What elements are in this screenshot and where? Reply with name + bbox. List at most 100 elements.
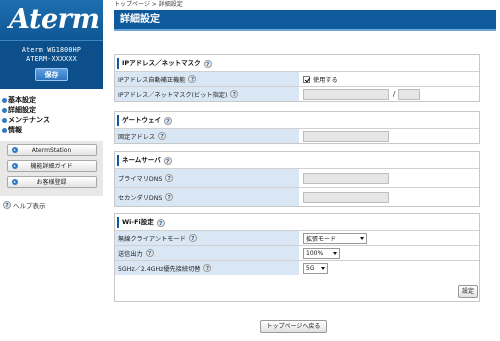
help-icon[interactable]: ? [158, 132, 167, 140]
menu-item-label: 詳細設定 [8, 106, 36, 114]
tx-power-select[interactable]: 100% [303, 247, 340, 259]
row-value [299, 169, 479, 187]
chevron-down-icon [360, 236, 364, 240]
label-text: 5GHz／2.4GHz優先接続切替 [118, 265, 201, 273]
menu-item-basic-settings[interactable]: 基本設定 [2, 95, 103, 105]
help-icon[interactable]: ? [145, 249, 154, 257]
slash-separator: / [393, 90, 396, 98]
row-value: / [299, 87, 479, 101]
netmask-bits-input[interactable] [398, 88, 421, 100]
arrow-icon [11, 147, 18, 153]
row-label: IPアドレス／ネットマスク(ビット指定)? [115, 87, 299, 101]
select-value: 5G [306, 264, 315, 272]
main-content: トップページ > 詳細設定 詳細設定 IPアドレス／ネットマスク ? IPアドレ… [114, 0, 496, 333]
bullet-icon [2, 107, 7, 113]
label-text: IPアドレス／ネットマスク(ビット指定) [118, 91, 228, 99]
secondary-dns-input[interactable] [303, 191, 389, 203]
logo-band: Aterm [0, 0, 103, 40]
atermstation-label: AtermStation [31, 147, 72, 154]
menu-item-label: 情報 [8, 126, 22, 134]
sub-button-group: AtermStation 機能詳細ガイド お客様登録 [0, 141, 103, 196]
label-text: セカンダリDNS [118, 194, 163, 202]
row-value: 使用する [299, 72, 479, 86]
help-icon[interactable]: ? [165, 193, 174, 201]
section-gateway: ゲートウェイ ? 固定アドレス? [114, 111, 480, 144]
breadcrumb-separator: > [149, 1, 159, 8]
breadcrumb: トップページ > 詳細設定 [114, 0, 496, 10]
primary-dns-input[interactable] [303, 172, 389, 184]
function-guide-button[interactable]: 機能詳細ガイド [6, 160, 97, 172]
row-label: 5GHz／2.4GHz優先接続切替? [115, 261, 299, 275]
help-icon[interactable]: ? [203, 264, 212, 272]
menu-item-label: 基本設定 [8, 96, 36, 104]
row-label: 無線クライアントモード? [115, 231, 299, 245]
checkbox-label: 使用する [313, 76, 338, 84]
menu-item-advanced-settings[interactable]: 詳細設定 [2, 105, 103, 115]
section-ip: IPアドレス／ネットマスク ? IPアドレス自動補正機能? 使用する IPアドレ… [114, 54, 480, 102]
row-label: IPアドレス自動補正機能? [115, 72, 299, 86]
select-value: 拡張モード [306, 235, 337, 243]
section-title-text: IPアドレス／ネットマスク [122, 59, 201, 67]
menu-item-maintenance[interactable]: メンテナンス [2, 115, 103, 125]
row-ip-auto-correct: IPアドレス自動補正機能? 使用する [115, 71, 479, 86]
row-label: プライマリDNS? [115, 169, 299, 187]
back-to-top-button[interactable]: トップページへ戻る [260, 320, 327, 333]
section-title-text: ネームサーバ [122, 156, 161, 164]
help-icon[interactable]: ? [156, 218, 165, 227]
section-title-dns: ネームサーバ ? [117, 155, 479, 166]
row-primary-dns: プライマリDNS? [115, 168, 479, 187]
chevron-down-icon [333, 251, 337, 255]
band-priority-select[interactable]: 5G [303, 262, 328, 274]
breadcrumb-current: 詳細設定 [158, 1, 183, 8]
use-checkbox[interactable] [303, 75, 310, 83]
bullet-icon [2, 117, 7, 123]
help-icon[interactable]: ? [164, 116, 172, 125]
section-dns: ネームサーバ ? プライマリDNS? セカンダリDNS? [114, 151, 480, 207]
customer-registration-label: お客様登録 [36, 179, 67, 186]
client-mode-select[interactable]: 拡張モード [303, 232, 367, 244]
atermstation-button[interactable]: AtermStation [6, 144, 97, 156]
arrow-icon [11, 179, 18, 185]
section-title-gateway: ゲートウェイ ? [117, 115, 479, 126]
ip-address-input[interactable] [303, 88, 389, 100]
help-icon[interactable]: ? [188, 234, 197, 242]
customer-registration-button[interactable]: お客様登録 [6, 176, 97, 188]
row-ip-netmask: IPアドレス／ネットマスク(ビット指定)? / [115, 86, 479, 101]
section-title-wifi: Wi-Fi設定 ? [117, 217, 479, 228]
menu-item-info[interactable]: 情報 [2, 125, 103, 135]
save-button[interactable]: 保存 [35, 68, 68, 81]
menu-item-label: メンテナンス [8, 116, 50, 124]
help-icon[interactable]: ? [188, 75, 197, 83]
row-value [299, 129, 479, 143]
row-label: 送信出力? [115, 246, 299, 260]
device-model: Aterm WG1800HP [21, 46, 82, 54]
section-title-text: ゲートウェイ [122, 116, 161, 124]
arrow-icon [11, 163, 18, 169]
label-text: 送信出力 [118, 250, 143, 258]
help-icon[interactable]: ? [230, 90, 239, 98]
section-title-text: Wi-Fi設定 [122, 218, 154, 226]
section-title-ip: IPアドレス／ネットマスク ? [117, 58, 479, 69]
select-value: 100% [306, 249, 324, 257]
function-guide-label: 機能詳細ガイド [30, 163, 73, 170]
help-icon[interactable]: ? [203, 59, 212, 68]
aterm-logo: Aterm [9, 4, 100, 35]
row-client-mode: 無線クライアントモード? 拡張モード [115, 230, 479, 245]
page-title: 詳細設定 [114, 10, 496, 29]
sidebar: Aterm Aterm WG1800HP ATERM-XXXXXX 保存 基本設… [0, 0, 103, 341]
row-label: 固定アドレス? [115, 129, 299, 143]
bullet-icon [2, 127, 7, 133]
gateway-address-input[interactable] [303, 130, 389, 142]
help-toggle[interactable]: ? ヘルプ表示 [0, 200, 103, 210]
help-icon[interactable]: ? [165, 174, 174, 182]
row-secondary-dns: セカンダリDNS? [115, 187, 479, 206]
device-id: ATERM-XXXXXX [26, 55, 77, 63]
row-tx-power: 送信出力? 100% [115, 245, 479, 260]
sidebar-menu: 基本設定 詳細設定 メンテナンス 情報 [0, 89, 103, 135]
apply-button[interactable]: 設定 [458, 285, 478, 298]
row-value [299, 188, 479, 206]
row-value: 5G [299, 261, 479, 275]
help-icon[interactable]: ? [163, 156, 172, 165]
breadcrumb-home-link[interactable]: トップページ [114, 1, 150, 8]
section-wifi: Wi-Fi設定 ? 無線クライアントモード? 拡張モード 送信出力? 100% … [114, 213, 480, 302]
